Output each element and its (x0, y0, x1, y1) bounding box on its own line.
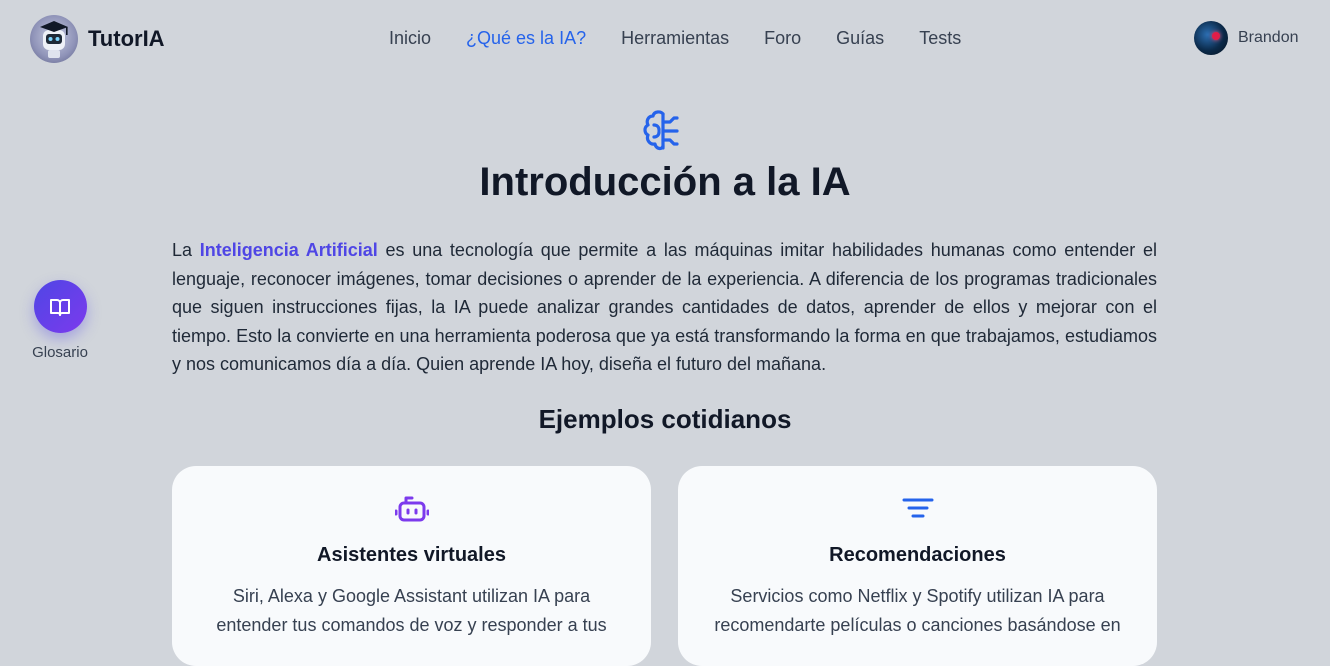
nav-que-es-la-ia[interactable]: ¿Qué es la IA? (466, 28, 586, 49)
intro-paragraph: La Inteligencia Artificial es una tecnol… (172, 236, 1157, 379)
brand-name: TutorIA (88, 26, 165, 51)
user-menu[interactable]: Brandon (1194, 21, 1299, 55)
nav-herramientas[interactable]: Herramientas (621, 28, 729, 49)
nav-tests[interactable]: Tests (919, 28, 961, 49)
brand[interactable]: TutorIA (30, 15, 165, 63)
card-text: Siri, Alexa y Google Assistant utilizan … (216, 586, 607, 635)
example-card-recommendations: Recomendaciones Servicios como Netflix y… (678, 466, 1157, 666)
nav-guias[interactable]: Guías (836, 28, 884, 49)
example-card-assistants: Asistentes virtuales Siri, Alexa y Googl… (172, 466, 651, 666)
page-title: Introducción a la IA (479, 160, 851, 204)
intro-prefix: La (172, 240, 200, 260)
robot-icon (394, 496, 429, 522)
brain-icon (641, 108, 685, 154)
tutor-robot-logo (30, 15, 78, 63)
section-title: Ejemplos cotidianos (538, 404, 792, 434)
top-header: TutorIA Inicio ¿Qué es la IA? Herramient… (0, 0, 1330, 78)
nav-inicio[interactable]: Inicio (389, 28, 431, 49)
card-text: Servicios como Netflix y Spotify utiliza… (714, 586, 1121, 635)
user-name: Brandon (1238, 29, 1299, 46)
nav-foro[interactable]: Foro (764, 28, 801, 49)
intro-highlight: Inteligencia Artificial (199, 240, 378, 260)
glossary-label: Glosario (32, 344, 88, 361)
filter-icon (902, 498, 933, 518)
user-avatar (1194, 21, 1228, 55)
book-open-icon (50, 298, 70, 316)
card-title: Recomendaciones (829, 544, 1006, 566)
card-title: Asistentes virtuales (317, 544, 506, 566)
glossary-button[interactable] (33, 280, 87, 333)
main-nav: Inicio ¿Qué es la IA? Herramientas Foro … (389, 28, 996, 49)
intro-body: es una tecnología que permite a las máqu… (172, 240, 1157, 375)
glossary-widget: Glosario (22, 280, 98, 361)
